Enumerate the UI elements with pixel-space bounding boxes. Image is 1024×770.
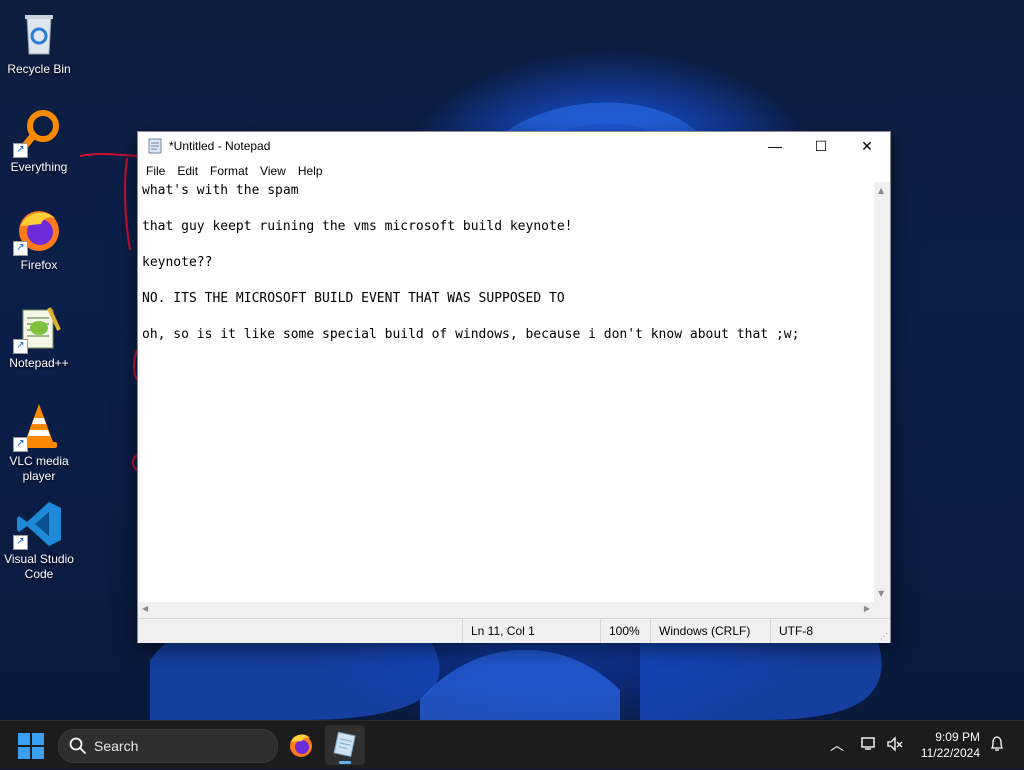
system-clock[interactable]: 9:09 PM 11/22/2024 xyxy=(921,729,980,761)
taskbar: Search ︿ 9:09 PM 11/22/2024 xyxy=(0,720,1024,769)
taskbar-search-box[interactable]: Search xyxy=(58,729,278,763)
scroll-right-icon[interactable]: ▶ xyxy=(864,604,870,613)
shortcut-arrow-icon: ↗ xyxy=(13,143,28,158)
menu-edit[interactable]: Edit xyxy=(171,160,204,182)
maximize-icon: ☐ xyxy=(814,137,828,154)
notification-bell-icon[interactable] xyxy=(988,735,1006,753)
network-icon[interactable] xyxy=(860,735,878,753)
title-bar[interactable]: *Untitled - Notepad — ☐ ✕ xyxy=(138,132,890,160)
vlc-cone-icon: ↗ xyxy=(13,402,63,452)
desktop-icon-label: Firefox xyxy=(20,258,58,272)
window-title: *Untitled - Notepad xyxy=(169,139,271,153)
recycle-bin-icon xyxy=(15,10,63,58)
editor-line: oh, so is it like some special build of … xyxy=(142,327,800,342)
shortcut-arrow-icon: ↗ xyxy=(13,535,28,550)
close-icon: ✕ xyxy=(861,137,873,154)
editor-line: what's with the spam xyxy=(142,183,299,198)
firefox-icon xyxy=(290,734,312,757)
desktop-icon-recycle-bin[interactable]: Recycle Bin xyxy=(0,4,78,77)
clock-time: 9:09 PM xyxy=(935,730,980,744)
menu-view[interactable]: View xyxy=(254,160,292,182)
shortcut-arrow-icon: ↗ xyxy=(13,437,28,452)
shortcut-arrow-icon: ↗ xyxy=(13,339,28,354)
status-cursor-position: Ln 11, Col 1 xyxy=(462,619,535,643)
volume-muted-icon[interactable] xyxy=(886,735,904,753)
scroll-up-icon[interactable]: ▲ xyxy=(878,186,884,195)
vertical-scrollbar[interactable]: ▲ ▼ xyxy=(874,182,890,602)
status-bar: Ln 11, Col 1 100% Windows (CRLF) UTF-8 ⋰ xyxy=(138,618,890,643)
notepad-icon xyxy=(333,731,356,758)
desktop-icon-label: VLC media player xyxy=(9,454,69,483)
shortcut-arrow-icon: ↗ xyxy=(13,241,28,256)
scroll-left-icon[interactable]: ◀ xyxy=(142,604,148,613)
everything-search-icon: ↗ xyxy=(13,108,63,158)
desktop-icon-firefox[interactable]: ↗ Firefox xyxy=(0,200,78,273)
minimize-button[interactable]: — xyxy=(752,132,798,160)
scroll-down-icon[interactable]: ▼ xyxy=(878,589,884,598)
firefox-icon: ↗ xyxy=(13,206,63,256)
menu-help[interactable]: Help xyxy=(292,160,329,182)
search-label: Search xyxy=(94,738,139,754)
text-editor-area[interactable]: what's with the spam that guy keept ruin… xyxy=(138,182,874,602)
vscode-icon: ↗ xyxy=(13,500,63,550)
notepad-plus-plus-icon: ↗ xyxy=(13,304,63,354)
desktop-icon-label: Everything xyxy=(10,160,68,174)
horizontal-scrollbar[interactable]: ◀ ▶ xyxy=(138,602,874,618)
desktop-icon-everything[interactable]: ↗ Everything xyxy=(0,102,78,175)
show-hidden-icons-chevron-icon[interactable]: ︿ xyxy=(830,735,844,755)
desktop-icon-vlc[interactable]: ↗ VLC media player xyxy=(0,396,78,484)
notepad-icon xyxy=(148,138,162,154)
close-button[interactable]: ✕ xyxy=(844,132,890,160)
notepad-window[interactable]: *Untitled - Notepad — ☐ ✕ File Edit Form… xyxy=(137,131,891,643)
search-icon xyxy=(69,737,86,754)
minimize-icon: — xyxy=(768,138,782,154)
editor-line: that guy keept ruining the vms microsoft… xyxy=(142,219,573,234)
desktop-icon-vscode[interactable]: ↗ Visual Studio Code xyxy=(0,494,78,582)
desktop-icon-label: Notepad++ xyxy=(9,356,69,370)
menu-format[interactable]: Format xyxy=(204,160,254,182)
desktop-icon-notepad-plus-plus[interactable]: ↗ Notepad++ xyxy=(0,298,78,371)
taskbar-firefox-button[interactable] xyxy=(281,725,321,765)
editor-line: keynote?? xyxy=(142,255,213,270)
active-app-indicator xyxy=(339,761,351,764)
start-windows-icon[interactable] xyxy=(18,733,44,759)
editor-line: NO. ITS THE MICROSOFT BUILD EVENT THAT W… xyxy=(142,291,565,306)
status-encoding: UTF-8 xyxy=(770,619,813,643)
menu-bar: File Edit Format View Help xyxy=(138,160,890,182)
status-zoom: 100% xyxy=(600,619,640,643)
taskbar-notepad-button[interactable] xyxy=(325,725,365,765)
menu-file[interactable]: File xyxy=(140,160,171,182)
status-line-ending: Windows (CRLF) xyxy=(650,619,750,643)
desktop-icon-label: Recycle Bin xyxy=(7,62,71,76)
scrollbar-corner xyxy=(874,602,890,618)
desktop-icon-label: Visual Studio Code xyxy=(4,552,74,581)
maximize-button[interactable]: ☐ xyxy=(798,132,844,160)
resize-grip-icon[interactable]: ⋰ xyxy=(880,632,888,641)
clock-date: 11/22/2024 xyxy=(920,746,980,760)
